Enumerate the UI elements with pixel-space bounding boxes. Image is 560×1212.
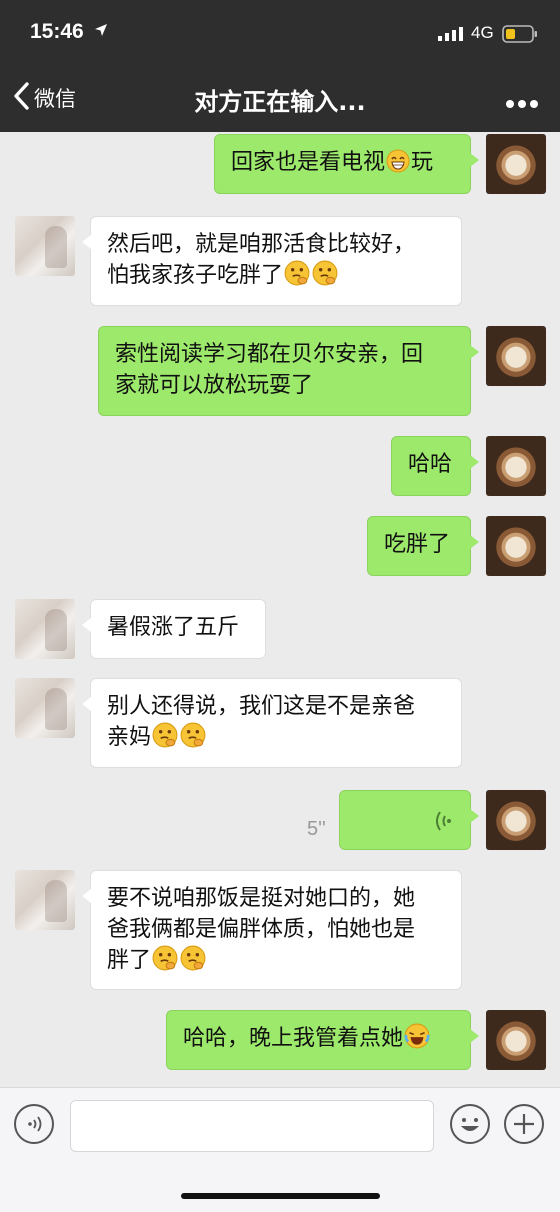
- laugh-cry-emoji-icon: [404, 1023, 430, 1058]
- message-bubble[interactable]: 吃胖了: [367, 516, 479, 576]
- message-text: 胖了: [107, 948, 152, 973]
- more-dots-icon[interactable]: [505, 94, 539, 113]
- location-arrow-icon: [94, 22, 108, 41]
- top-bar: 15:46 4G 微信 对方正在输入...: [0, 0, 560, 132]
- emoji-icon[interactable]: [450, 1104, 490, 1144]
- plus-icon[interactable]: [504, 1104, 544, 1144]
- hmm-emoji-icon: [180, 722, 206, 757]
- status-bar: 15:46 4G: [0, 0, 560, 64]
- message-text: 别人还得说，我们这是不是亲爸: [107, 694, 416, 719]
- my-avatar[interactable]: [486, 1010, 546, 1070]
- message-bubble[interactable]: 回家也是看电视玩: [214, 134, 479, 194]
- hmm-emoji-icon: [152, 945, 178, 980]
- contact-avatar[interactable]: [15, 599, 75, 659]
- message-text: 暑假涨了五斤: [107, 615, 240, 640]
- contact-avatar[interactable]: [15, 216, 75, 276]
- voice-duration: 5'': [307, 818, 326, 840]
- message-text: 要不说咱那饭是挺对她口的，她: [107, 886, 416, 911]
- battery-icon: [502, 25, 538, 47]
- message-bubble[interactable]: 暑假涨了五斤: [82, 599, 266, 659]
- message-text: 怕我家孩子吃胖了: [107, 263, 284, 288]
- message-bubble[interactable]: 然后吧，就是咱那活食比较好， 怕我家孩子吃胖了: [82, 216, 462, 306]
- grin-emoji-icon: [386, 149, 410, 182]
- message-input[interactable]: [70, 1100, 434, 1152]
- message-text: 然后吧，就是咱那活食比较好，: [107, 232, 416, 257]
- message-text: 索性阅读学习都在贝尔安亲，回: [115, 342, 424, 367]
- my-avatar[interactable]: [486, 516, 546, 576]
- message-text: 哈哈，晚上我管着点她: [183, 1026, 404, 1051]
- message-bubble[interactable]: 要不说咱那饭是挺对她口的，她 爸我俩都是偏胖体质，怕她也是 胖了: [82, 870, 462, 990]
- my-avatar[interactable]: [486, 790, 546, 850]
- message-bubble[interactable]: 别人还得说，我们这是不是亲爸 亲妈: [82, 678, 462, 768]
- status-time: 15:46: [30, 20, 84, 43]
- signal-icon: [438, 26, 464, 45]
- message-bubble[interactable]: 索性阅读学习都在贝尔安亲，回 家就可以放松玩耍了: [98, 326, 479, 416]
- message-text: 吃胖了: [384, 532, 451, 557]
- network-type: 4G: [471, 23, 494, 42]
- message-bubble[interactable]: 哈哈: [391, 436, 479, 496]
- chat-title: 对方正在输入...: [194, 88, 366, 116]
- my-avatar[interactable]: [486, 326, 546, 386]
- message-text: 爸我俩都是偏胖体质，怕她也是: [107, 917, 416, 942]
- message-bubble[interactable]: 哈哈，晚上我管着点她: [166, 1010, 479, 1070]
- contact-avatar[interactable]: [15, 678, 75, 738]
- voice-input-icon[interactable]: [14, 1104, 54, 1144]
- chat-area[interactable]: 回家也是看电视玩 然后吧，就是咱那活食比较好， 怕我家孩子吃胖了 索性阅读学习都…: [0, 132, 560, 1086]
- message-text: 回家也是看电视: [231, 150, 386, 175]
- navigation-bar: 微信 对方正在输入...: [0, 64, 560, 132]
- my-avatar[interactable]: [486, 436, 546, 496]
- message-text: 家就可以放松玩耍了: [115, 373, 314, 398]
- my-avatar[interactable]: [486, 134, 546, 194]
- home-indicator[interactable]: [181, 1193, 380, 1199]
- hmm-emoji-icon: [284, 260, 310, 295]
- message-text: 亲妈: [107, 725, 152, 750]
- voice-message-bubble[interactable]: [339, 790, 479, 850]
- message-text-end: 玩: [411, 150, 434, 175]
- contact-avatar[interactable]: [15, 870, 75, 930]
- hmm-emoji-icon: [312, 260, 338, 295]
- voice-wave-icon: [434, 809, 454, 842]
- hmm-emoji-icon: [180, 945, 206, 980]
- message-text: 哈哈: [408, 452, 453, 477]
- hmm-emoji-icon: [152, 722, 178, 757]
